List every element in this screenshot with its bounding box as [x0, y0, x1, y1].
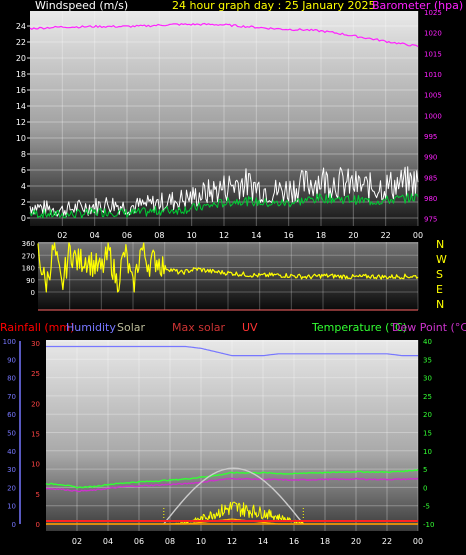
compass-label-n-top: N — [436, 238, 444, 251]
climate-x-tick-label: 12 — [227, 537, 237, 546]
rainfall-title: Rainfall (mm) — [0, 321, 74, 334]
temperature-tick-label: 0 — [423, 484, 427, 492]
wind-y-tick-label: 4 — [21, 182, 26, 191]
wind-x-tick-label: 10 — [187, 231, 197, 240]
humidity-tick-label: 40 — [7, 448, 16, 456]
wind-y-tick-label: 14 — [16, 102, 26, 111]
wind-x-tick-label: 08 — [154, 231, 164, 240]
temperature-tick-label: 35 — [423, 356, 432, 364]
wind-y-tick-label: 12 — [16, 118, 26, 127]
rainfall-tick-label: 0 — [36, 521, 40, 529]
humidity-tick-label: 60 — [7, 411, 16, 419]
wind-x-tick-label: 20 — [348, 231, 358, 240]
wind-y-tick-label: 6 — [21, 166, 26, 175]
climate-x-tick-label: 02 — [72, 537, 82, 546]
weather-graph: 0 2 4 6 8 10 12 14 16 18 20 22 24 975 980 985 990 995 1000… — [0, 0, 466, 555]
temperature-tick-label: -10 — [423, 521, 434, 529]
humidity-tick-label: 30 — [7, 466, 16, 474]
climate-x-tick-label: 00 — [413, 537, 423, 546]
weather-graph-svg: 0246810121416182022249759809859909951000… — [0, 0, 466, 546]
climate-x-tick-label: 18 — [320, 537, 330, 546]
wind-y-tick-label: 8 — [21, 150, 26, 159]
temperature-tick-label: 25 — [423, 393, 432, 401]
wind-x-tick-label: 04 — [90, 231, 100, 240]
barometer-tick-label: 980 — [424, 195, 437, 203]
direction-tick-label: 270 — [22, 252, 35, 260]
barometer-tick-label: 1005 — [424, 92, 442, 100]
rainfall-tick-label: 10 — [31, 461, 40, 469]
barometer-tick-label: 990 — [424, 154, 437, 162]
climate-x-tick-label: 14 — [258, 537, 268, 546]
temperature-tick-label: 40 — [423, 338, 432, 346]
wind-y-tick-label: 18 — [16, 70, 26, 79]
wind-y-tick-label: 10 — [16, 134, 26, 143]
climate-x-tick-label: 16 — [289, 537, 299, 546]
wind-y-tick-label: 16 — [16, 86, 26, 95]
wind-x-tick-label: 06 — [122, 231, 132, 240]
humidity-tick-label: 50 — [7, 430, 16, 438]
climate-x-tick-label: 22 — [382, 537, 392, 546]
direction-tick-label: 180 — [22, 265, 35, 273]
compass-label-s: S — [436, 268, 443, 281]
barometer-tick-label: 985 — [424, 174, 437, 182]
temperature-tick-label: 30 — [423, 375, 432, 383]
compass-label-n-bottom: N — [436, 298, 444, 311]
temperature-tick-label: 15 — [423, 430, 432, 438]
wind-y-tick-label: 0 — [21, 214, 26, 223]
direction-tick-label: 90 — [26, 277, 35, 285]
climate-x-tick-label: 10 — [196, 537, 206, 546]
temperature-tick-label: -5 — [423, 503, 430, 511]
wind-x-tick-label: 12 — [219, 231, 229, 240]
humidity-tick-label: 100 — [3, 338, 16, 346]
rainfall-tick-label: 20 — [31, 400, 40, 408]
wind-x-tick-label: 02 — [57, 231, 67, 240]
max-solar-title: Max solar — [172, 321, 225, 334]
barometer-title: Barometer (hpa) — [372, 0, 463, 12]
wind-x-tick-label: 22 — [381, 231, 391, 240]
wind-y-tick-label: 20 — [16, 54, 26, 63]
barometer-tick-label: 1020 — [424, 30, 442, 38]
graph-title: 24 hour graph day : 25 January 2025 — [172, 0, 376, 12]
solar-title: Solar — [117, 321, 146, 334]
barometer-tick-label: 995 — [424, 133, 437, 141]
humidity-tick-label: 0 — [12, 521, 16, 529]
climate-x-tick-label: 06 — [134, 537, 144, 546]
humidity-tick-label: 90 — [7, 356, 16, 364]
rainfall-tick-label: 15 — [31, 431, 40, 439]
barometer-tick-label: 1015 — [424, 50, 442, 58]
humidity-tick-label: 10 — [7, 503, 16, 511]
humidity-tick-label: 20 — [7, 484, 16, 492]
wind-y-tick-label: 2 — [21, 198, 26, 207]
compass-label-e: E — [436, 283, 443, 296]
wind-y-tick-label: 22 — [16, 38, 26, 47]
wind-x-tick-label: 14 — [251, 231, 261, 240]
temperature-tick-label: 20 — [423, 411, 432, 419]
rainfall-tick-label: 25 — [31, 370, 40, 378]
wind-x-tick-label: 00 — [413, 231, 423, 240]
humidity-tick-label: 70 — [7, 393, 16, 401]
windspeed-title: Windspeed (m/s) — [35, 0, 128, 12]
dew-point-title: Dew Point (°C) — [392, 321, 466, 334]
climate-x-tick-label: 04 — [103, 537, 113, 546]
barometer-tick-label: 1000 — [424, 112, 442, 120]
wind-y-tick-label: 24 — [16, 22, 26, 31]
wind-x-tick-label: 16 — [284, 231, 294, 240]
temperature-tick-label: 10 — [423, 448, 432, 456]
humidity-tick-label: 80 — [7, 375, 16, 383]
barometer-tick-label: 975 — [424, 216, 437, 224]
rainfall-tick-label: 30 — [31, 340, 40, 348]
uv-title: UV — [242, 321, 258, 334]
direction-tick-label: 0 — [31, 289, 35, 297]
climate-x-tick-label: 20 — [351, 537, 361, 546]
climate-x-tick-label: 08 — [165, 537, 175, 546]
barometer-tick-label: 1010 — [424, 71, 442, 79]
direction-tick-label: 360 — [22, 240, 35, 248]
humidity-title: Humidity — [66, 321, 116, 334]
temperature-tick-label: 5 — [423, 466, 427, 474]
compass-label-w: W — [436, 253, 447, 266]
rainfall-tick-label: 5 — [36, 491, 40, 499]
wind-x-tick-label: 18 — [316, 231, 326, 240]
